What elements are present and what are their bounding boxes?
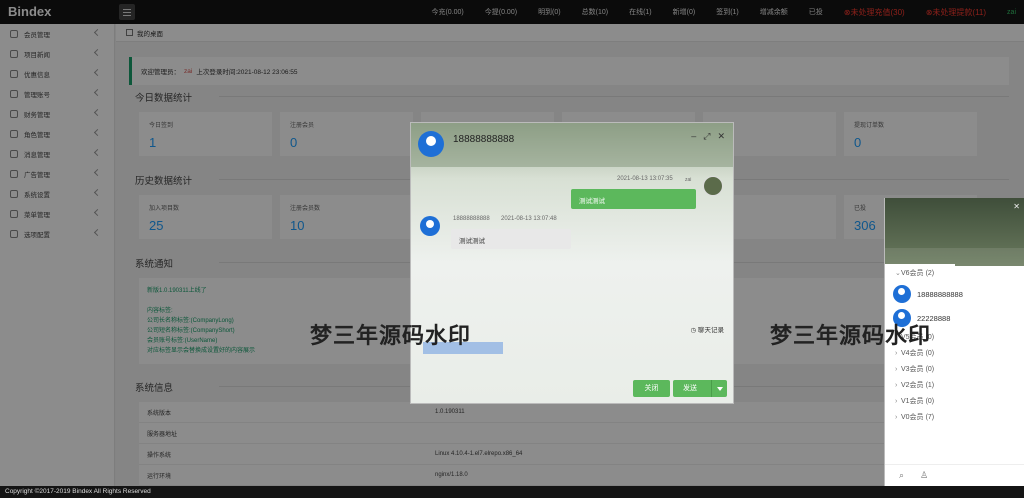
group-count: (2) — [925, 270, 935, 277]
chat-header[interactable]: 18888888888 – ⤢ ✕ — [411, 123, 733, 167]
tab-friends[interactable] — [885, 248, 955, 266]
group-name: V3会员 — [901, 366, 924, 373]
contact-group[interactable]: › V2会员 (1) — [885, 378, 1024, 394]
avatar — [418, 131, 444, 157]
chat-history-link[interactable]: 聊天记录 — [691, 324, 724, 334]
chat-title: 18888888888 — [453, 134, 515, 145]
group-count: (0) — [925, 366, 935, 373]
contact-group[interactable]: › V1会员 (0) — [885, 394, 1024, 410]
close-icon[interactable]: ✕ — [717, 131, 725, 142]
group-name: V2会员 — [901, 382, 924, 389]
my-message-name: zai — [685, 177, 692, 183]
watermark: 梦三年源码水印 — [770, 323, 932, 348]
group-count: (1) — [925, 382, 935, 389]
maximize-icon[interactable]: ⤢ — [703, 131, 710, 142]
contact-group[interactable]: ⌄V6会员 (2) — [885, 266, 1024, 282]
my-message-time: 2021-08-13 13:07:35 — [617, 176, 673, 182]
chat-window: 18888888888 – ⤢ ✕ 2021-08-13 13:07:35 za… — [410, 122, 734, 404]
skin-icon[interactable]: ♙ — [920, 470, 928, 481]
panel-header: ✕ — [885, 198, 1024, 266]
group-name: V4会员 — [901, 350, 924, 357]
other-message-name: 18888888888 — [453, 216, 490, 222]
footer: Copyright ©2017-2019 Bindex All Rights R… — [0, 486, 1024, 498]
other-avatar — [420, 216, 440, 236]
contact-group[interactable]: › V0会员 (7) — [885, 410, 1024, 426]
minimize-icon[interactable]: – — [691, 131, 696, 142]
panel-toolbar: ⌕ ♙ — [885, 464, 1024, 486]
tab-groups[interactable] — [955, 248, 1024, 266]
group-name: V6会员 — [901, 270, 924, 277]
panel-tabs — [885, 248, 1024, 266]
search-icon[interactable]: ⌕ — [899, 470, 904, 481]
group-name: V0会员 — [901, 414, 924, 421]
close-button[interactable]: 关闭 — [633, 380, 670, 397]
watermark: 梦三年源码水印 — [310, 323, 472, 348]
group-name: V1会员 — [901, 398, 924, 405]
send-options-icon[interactable] — [711, 380, 727, 397]
my-avatar — [703, 176, 723, 196]
avatar — [893, 285, 911, 303]
contact-item[interactable]: 18888888888 — [885, 282, 1024, 306]
my-message-bubble: 测试测试 — [571, 189, 696, 209]
window-controls: – ⤢ ✕ — [684, 131, 725, 142]
other-message-bubble: 测试测试 — [451, 229, 571, 249]
contact-group[interactable]: › V3会员 (0) — [885, 362, 1024, 378]
close-icon[interactable]: ✕ — [1013, 202, 1020, 211]
send-label: 发送 — [683, 385, 697, 392]
send-button[interactable]: 发送 — [673, 380, 727, 397]
other-message-time: 2021-08-13 13:07:48 — [501, 216, 557, 222]
group-count: (0) — [925, 398, 935, 405]
group-count: (0) — [925, 350, 935, 357]
contact-name: 18888888888 — [917, 289, 963, 299]
group-count: (7) — [925, 414, 935, 421]
